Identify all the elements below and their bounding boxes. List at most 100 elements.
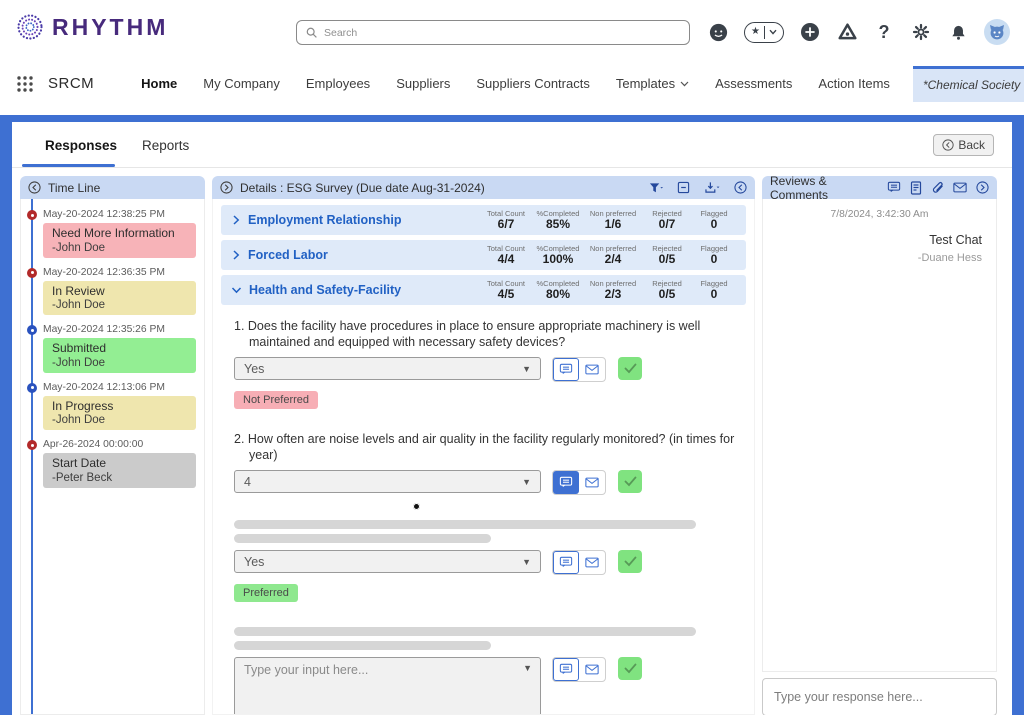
event-timestamp: Apr-26-2024 00:00:00 [43,439,204,450]
reviews-panel: Reviews & Comments [762,176,997,715]
rhythm-swirl-icon [16,13,44,41]
timeline-dot [27,210,37,220]
app-name: SRCM [48,75,94,92]
app-grid-icon[interactable] [16,75,34,93]
open-record-tab[interactable]: *Chemical Society Located i... X [913,66,1024,102]
collapse-all-icon[interactable] [677,181,690,194]
details-body: Employment Relationship Total Count6/7 %… [212,199,755,715]
star-icon: ★ [751,27,760,37]
chevron-down-icon [231,285,242,295]
nav-item-suppliers-contracts[interactable]: Suppliers Contracts [476,76,589,91]
event-timestamp: May-20-2024 12:13:06 PM [43,382,204,393]
chevron-right-icon [231,250,241,260]
add-icon[interactable] [799,20,821,44]
skeleton-bar [234,520,696,529]
chevron-right-icon [231,215,241,225]
assistant-mascot-icon[interactable] [707,20,729,44]
notes-document-icon[interactable] [910,181,922,195]
email-icon[interactable] [953,182,967,193]
stat-rejected: 0/5 [642,253,692,266]
comment-button-active[interactable] [553,471,579,494]
email-button[interactable] [579,551,605,574]
user-avatar[interactable] [984,19,1010,45]
details-toolbar [649,181,747,194]
answer-select[interactable]: 4 ▼ [234,470,541,493]
comment-button[interactable] [553,551,579,574]
global-search[interactable] [296,20,690,45]
question-2: 2. How often are noise levels and air qu… [234,431,746,495]
collapse-left-icon[interactable] [28,181,41,194]
nav-item-suppliers[interactable]: Suppliers [396,76,450,91]
timeline-body: May-20-2024 12:38:25 PM Need More Inform… [20,199,205,715]
approve-check-button[interactable] [618,550,642,573]
approve-check-button[interactable] [618,657,642,680]
mouse-cursor [413,503,420,510]
caret-down-icon: ▼ [523,663,532,673]
stat-flagged: 0 [692,253,736,266]
favorites-star-toggle[interactable]: ★ [744,22,784,43]
timeline-event: May-20-2024 12:36:35 PM In Review -John … [21,267,204,316]
email-button[interactable] [579,658,605,681]
filter-icon[interactable] [649,182,663,194]
nav-item-home[interactable]: Home [141,76,177,91]
reviews-toolbar [887,181,989,195]
stat-rejected: 0/5 [642,288,692,301]
back-button[interactable]: Back [933,134,994,156]
preference-badge: Not Preferred [234,391,318,409]
timeline-event: May-20-2024 12:13:06 PM In Progress -Joh… [21,382,204,431]
expand-right-icon[interactable] [220,181,233,194]
nav-item-action-items[interactable]: Action Items [818,76,890,91]
section-forced-labor[interactable]: Forced Labor Total Count4/4 %Completed10… [221,240,746,270]
nav-item-my-company[interactable]: My Company [203,76,280,91]
collapse-panel-icon[interactable] [734,181,747,194]
chevron-down-icon [680,81,689,87]
question-text: 1. Does the facility have procedures in … [234,318,739,350]
download-icon[interactable] [704,181,720,194]
event-timestamp: May-20-2024 12:35:26 PM [43,324,204,335]
skeleton-bar [234,627,696,636]
email-button[interactable] [579,358,605,381]
message-text: Test Chat [763,233,982,247]
timeline-event: May-20-2024 12:38:25 PM Need More Inform… [21,209,204,258]
active-tab-underline [22,164,115,167]
notifications-bell-icon[interactable] [947,20,969,44]
answer-textarea[interactable] [234,657,541,715]
timeline-event: May-20-2024 12:35:26 PM Submitted -John … [21,324,204,373]
settings-gear-icon[interactable] [910,20,932,44]
timeline-dot [27,383,37,393]
answer-select[interactable]: Yes ▼ [234,550,541,573]
timeline-event: Apr-26-2024 00:00:00 Start Date -Peter B… [21,439,204,488]
email-button[interactable] [579,471,605,494]
details-panel: Details : ESG Survey (Due date Aug-31-20… [212,176,755,715]
comment-button[interactable] [553,658,579,681]
stat-flagged: 0 [692,218,736,231]
preference-badge: Preferred [234,584,298,602]
approve-check-button[interactable] [618,357,642,380]
skeleton-bar [234,641,491,650]
questions-list: 1. Does the facility have procedures in … [221,310,746,715]
response-input[interactable] [774,690,985,704]
nav-item-employees[interactable]: Employees [306,76,370,91]
caret-down-icon: ▼ [522,477,531,487]
caret-down-icon [769,29,777,35]
section-health-and-safety[interactable]: Health and Safety-Facility Total Count4/… [221,275,746,305]
tab-reports[interactable]: Reports [142,138,189,153]
approve-check-button[interactable] [618,470,642,493]
brand-logo: RHYTHM [16,13,168,41]
attachment-paperclip-icon[interactable] [931,181,944,195]
tab-responses[interactable]: Responses [45,138,117,153]
nav-item-assessments[interactable]: Assessments [715,76,792,91]
nav-item-templates[interactable]: Templates [616,76,689,91]
help-icon[interactable]: ? [873,20,895,44]
response-input-box[interactable] [762,678,997,715]
integrations-icon[interactable] [836,20,858,44]
application-window: RHYTHM ★ [0,0,1024,715]
answer-select[interactable]: Yes ▼ [234,357,541,380]
search-input[interactable] [324,27,681,39]
comment-icon[interactable] [887,181,901,194]
section-employment-relationship[interactable]: Employment Relationship Total Count6/7 %… [221,205,746,235]
expand-panel-icon[interactable] [976,181,989,194]
comment-button[interactable] [553,358,579,381]
search-icon [305,26,318,39]
stat-completed: 85% [532,218,584,231]
